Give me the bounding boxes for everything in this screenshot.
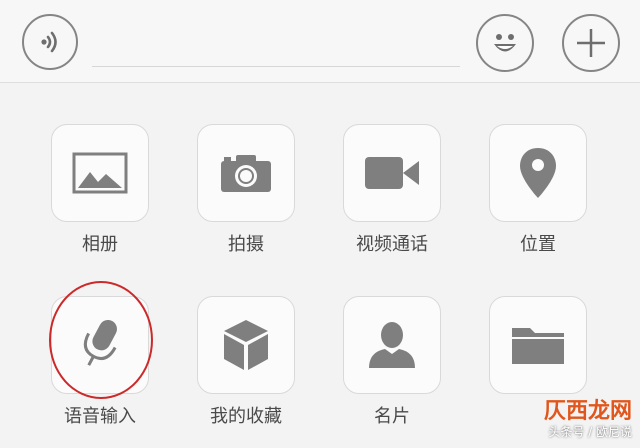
location-pin-icon bbox=[518, 146, 558, 200]
emoji-button[interactable] bbox=[476, 14, 534, 72]
person-icon bbox=[367, 320, 417, 370]
tile-file[interactable] bbox=[489, 296, 587, 394]
image-icon bbox=[72, 152, 128, 194]
tile-location[interactable] bbox=[489, 124, 587, 222]
smiley-icon bbox=[485, 23, 525, 63]
microphone-icon bbox=[76, 316, 124, 374]
tile-video-call[interactable] bbox=[343, 124, 441, 222]
tile-label-video-call: 视频通话 bbox=[356, 234, 428, 255]
tile-label-location: 位置 bbox=[520, 234, 556, 255]
tile-label-favorites: 我的收藏 bbox=[210, 406, 282, 427]
tile-album[interactable] bbox=[51, 124, 149, 222]
voice-mode-button[interactable] bbox=[22, 14, 78, 70]
more-options-button[interactable] bbox=[562, 14, 620, 72]
camera-icon bbox=[219, 152, 273, 194]
message-input-underline[interactable] bbox=[92, 66, 460, 67]
tile-label-voice-input: 语音输入 bbox=[64, 406, 136, 427]
watermark-logo: 仄西龙网 bbox=[543, 399, 632, 424]
tile-label-album: 相册 bbox=[82, 234, 118, 255]
tile-favorites[interactable] bbox=[197, 296, 295, 394]
tile-contact-card[interactable] bbox=[343, 296, 441, 394]
plus-icon bbox=[574, 26, 608, 60]
tile-label-contact-card: 名片 bbox=[374, 406, 410, 427]
cube-icon bbox=[221, 318, 271, 372]
tile-label-camera: 拍摄 bbox=[228, 234, 264, 255]
chat-input-bar bbox=[0, 0, 640, 83]
watermark: 仄西龙网 头条号 / 欧尼说 bbox=[544, 400, 632, 440]
voice-wave-icon bbox=[35, 27, 65, 57]
watermark-source: 头条号 / 欧尼说 bbox=[548, 425, 632, 439]
tile-voice-input[interactable] bbox=[51, 296, 149, 394]
video-camera-icon bbox=[363, 155, 421, 191]
folder-icon bbox=[510, 324, 566, 366]
tile-camera[interactable] bbox=[197, 124, 295, 222]
